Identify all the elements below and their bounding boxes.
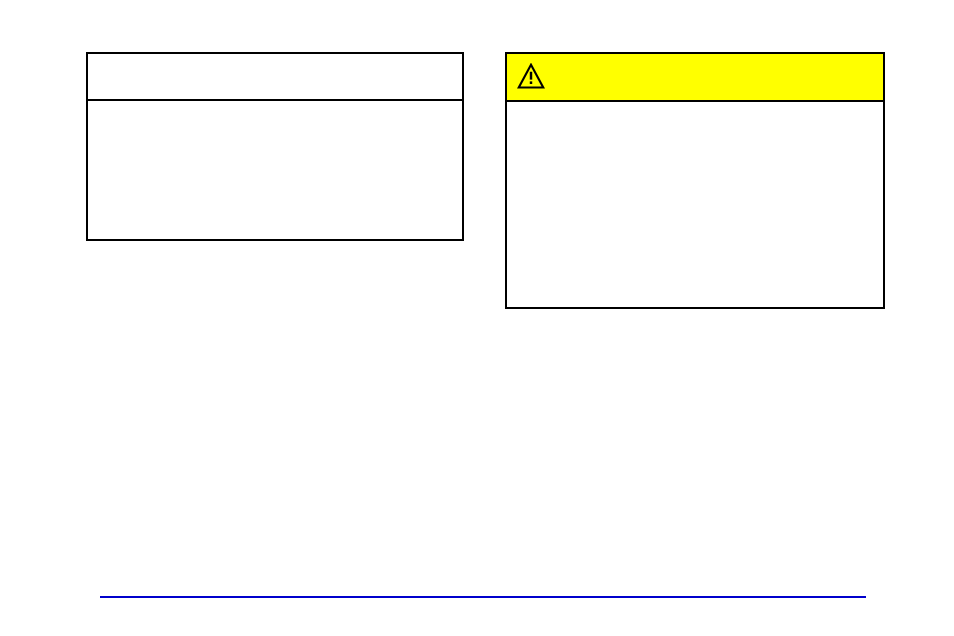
warning-triangle-icon <box>517 63 545 91</box>
page-number: 6-46 <box>100 604 126 619</box>
notice-title: NOTICE: <box>88 54 462 101</box>
right-paragraph-2: Check your tires once a month or more. A… <box>505 461 883 506</box>
notice-box: NOTICE: Underinflated tires pose the sam… <box>86 52 464 241</box>
right-column: It is recommended that tire inflation pr… <box>505 320 883 506</box>
caution-box: CAUTION: Overloading your tires can caus… <box>505 52 885 309</box>
right-paragraph-1: It is recommended that tire inflation pr… <box>505 320 883 409</box>
caution-body-text: Overloading your tires can cause overhea… <box>507 102 883 307</box>
left-column-paragraph: "Cold" means your vehicle has been sitti… <box>88 260 458 527</box>
footer-divider <box>100 596 866 598</box>
caution-title: CAUTION: <box>635 64 743 90</box>
notice-body-text: Underinflated tires pose the same danger… <box>88 101 462 239</box>
manual-page: NOTICE: Underinflated tires pose the sam… <box>0 0 954 636</box>
caution-header: CAUTION: <box>507 54 883 102</box>
when-to-check-heading: When to Check <box>505 427 883 455</box>
